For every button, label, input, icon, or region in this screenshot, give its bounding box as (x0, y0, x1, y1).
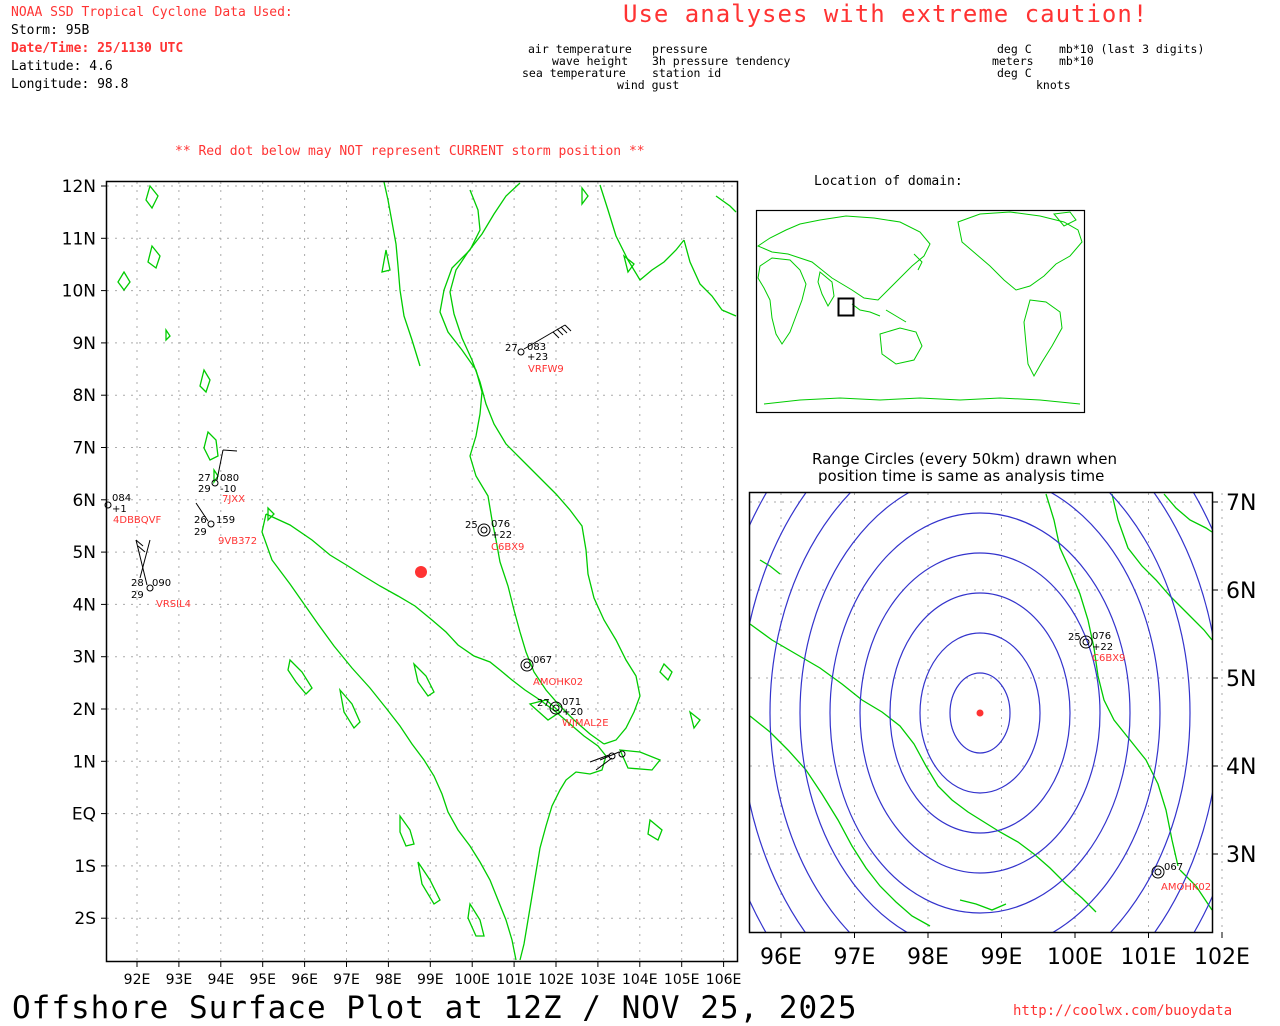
range-lon-tick-label: 99E (981, 945, 1023, 970)
lat-tick-label: 8N (72, 386, 96, 406)
station-pressure: 159 (216, 515, 235, 526)
lat-tick-label: 11N (62, 229, 96, 249)
station-tendency: +22 (491, 530, 512, 541)
range-lon-tick-label: 97E (834, 945, 876, 970)
station-id-label: AMOHK02 (533, 677, 583, 688)
range-circles-panel: 25 076 +22 C6BX9 067 AMOHK02 7N6N5N4N3N … (748, 491, 1256, 970)
station-tendency: +23 (527, 352, 548, 363)
station-pressure: 067 (533, 655, 552, 666)
lat-tick-label: 3N (72, 648, 96, 668)
lat-tick-label: 1S (74, 857, 96, 877)
lat-tick-label: 7N (72, 439, 96, 459)
station-marker-9vb372[interactable] (207, 520, 215, 528)
lon-tick-label: 96E (291, 972, 318, 988)
range-lat-tick-label: 7N (1226, 491, 1256, 516)
station-air-temp: 27 (505, 343, 518, 354)
station-id-label: 7JXX (222, 494, 245, 505)
lon-tick-label: 92E (124, 972, 151, 988)
lon-tick-label: 95E (249, 972, 276, 988)
main-map: 27 083 +23 VRFW9 27 080 29 -10 7JXX 084 … (62, 177, 742, 988)
range-lon-tick-label: 102E (1194, 945, 1250, 970)
station-id-label: VRFW9 (528, 364, 564, 375)
station-air-temp: 27 (537, 698, 550, 709)
station-sea-temp: 29 (194, 527, 207, 538)
station-marker-amohk02[interactable] (523, 661, 531, 669)
lat-tick-label: 2N (72, 700, 96, 720)
station-pressure: 067 (1164, 862, 1183, 873)
lat-tick-label: 1N (72, 752, 96, 772)
station-pressure: 090 (152, 578, 171, 589)
range-lon-tick-label: 96E (760, 945, 802, 970)
station-id-label: 4DBBQVF (113, 515, 161, 526)
station-air-temp: 28 (131, 578, 144, 589)
station-tendency: +1 (112, 504, 127, 515)
station-air-temp: 26 (194, 515, 207, 526)
station-id-label: AMOHK02 (1161, 882, 1211, 893)
lon-tick-label: 102E (538, 972, 574, 988)
lon-tick-label: 104E (622, 972, 658, 988)
lat-tick-label: 9N (72, 334, 96, 354)
station-sea-temp: 29 (131, 590, 144, 601)
inset-world-map (755, 209, 1086, 414)
range-lat-tick-label: 3N (1226, 843, 1256, 868)
range-lat-tick-label: 4N (1226, 755, 1256, 780)
lat-tick-label: EQ (72, 805, 96, 825)
station-marker-c6bx9[interactable] (480, 526, 488, 534)
station-marker-vrfw9[interactable] (517, 348, 525, 356)
station-sea-temp: 29 (198, 484, 211, 495)
lat-tick-label: 2S (74, 909, 96, 929)
lon-tick-label: 99E (417, 972, 444, 988)
lon-tick-label: 97E (333, 972, 360, 988)
range-lon-tick-label: 101E (1121, 945, 1177, 970)
lon-tick-label: 93E (166, 972, 193, 988)
station-id-label: C6BX9 (1092, 653, 1125, 664)
lon-tick-label: 98E (375, 972, 402, 988)
lon-tick-label: 101E (496, 972, 532, 988)
station-pressure: 076 (491, 519, 510, 530)
lat-tick-label: 10N (62, 282, 96, 302)
lat-tick-label: 6N (72, 491, 96, 511)
lat-tick-label: 12N (62, 177, 96, 197)
station-air-temp: 25 (465, 520, 478, 531)
footer-title: Offshore Surface Plot at 12Z / NOV 25, 2… (12, 990, 858, 1026)
storm-position-dot (415, 566, 427, 578)
station-id-label: WJMAL2E (562, 718, 609, 729)
lon-tick-label: 105E (664, 972, 700, 988)
station-tendency: +22 (1092, 642, 1113, 653)
station-air-temp: 25 (1068, 632, 1081, 643)
lat-tick-label: 5N (72, 543, 96, 563)
range-lat-tick-label: 5N (1226, 667, 1256, 692)
station-pressure: 084 (112, 493, 131, 504)
station-pressure: 076 (1092, 631, 1111, 642)
range-circle (750, 493, 1212, 932)
station-id-label: VRSIL4 (156, 599, 191, 610)
main-coastline (117, 181, 737, 961)
range-storm-dot (976, 709, 984, 717)
station-tendency: +20 (562, 707, 583, 718)
range-circle (750, 493, 1212, 932)
map-canvas: 27 083 +23 VRFW9 27 080 29 -10 7JXX 084 … (62, 177, 1257, 988)
station-pressure: 080 (220, 473, 239, 484)
lon-tick-label: 103E (580, 972, 616, 988)
lat-tick-label: 4N (72, 595, 96, 615)
range-lon-tick-label: 98E (907, 945, 949, 970)
range-circles (750, 493, 1212, 932)
station-air-temp: 27 (198, 473, 211, 484)
range-lat-tick-label: 6N (1226, 579, 1256, 604)
station-id-label: 9VB372 (218, 536, 257, 547)
lon-tick-label: 94E (207, 972, 234, 988)
lon-tick-label: 106E (706, 972, 742, 988)
range-lon-tick-label: 100E (1047, 945, 1103, 970)
lon-tick-label: 100E (454, 972, 490, 988)
station-id-label: C6BX9 (491, 542, 524, 553)
footer-url[interactable]: http://coolwx.com/buoydata (1013, 1003, 1232, 1019)
